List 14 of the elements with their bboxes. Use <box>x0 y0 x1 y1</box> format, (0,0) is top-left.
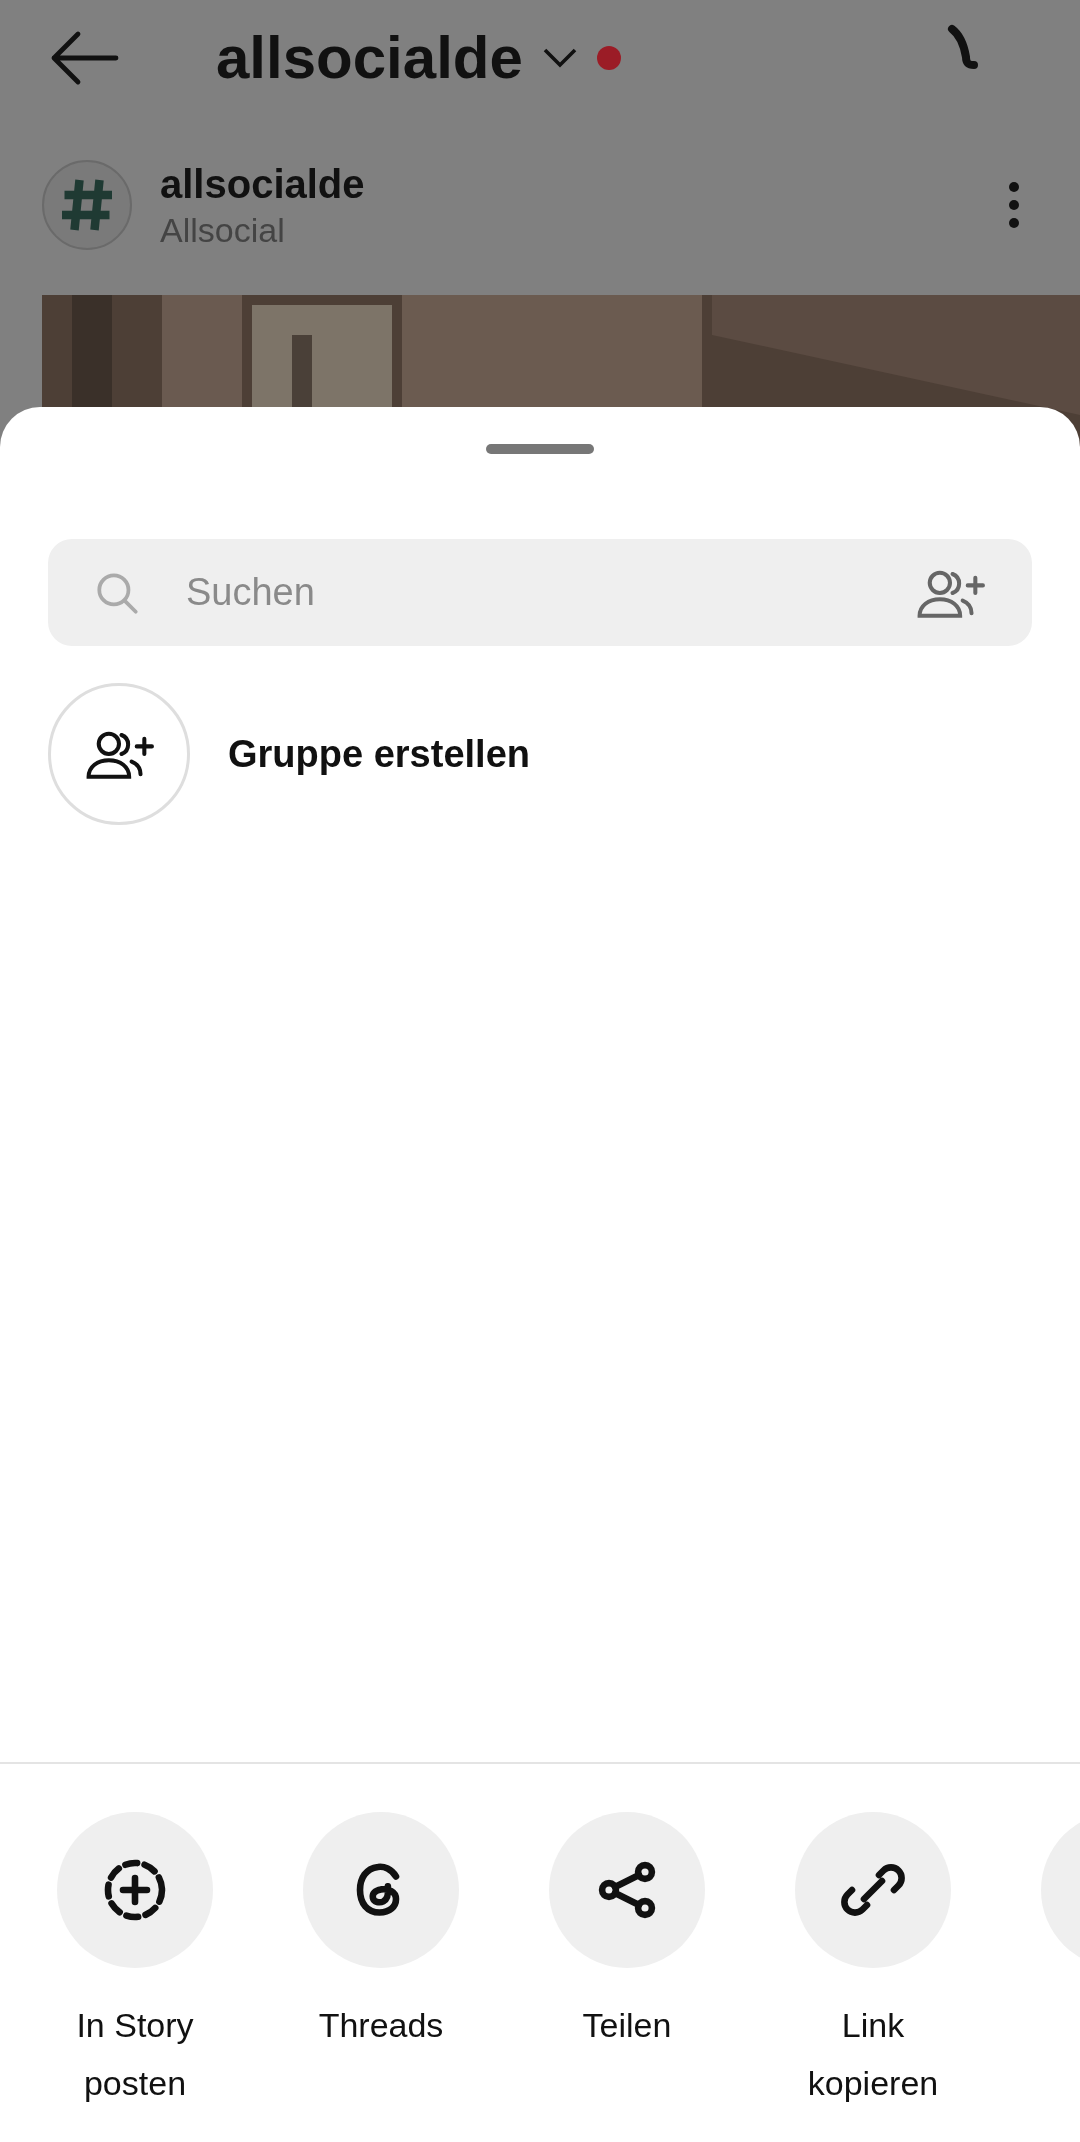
post-subtitle: Allsocial <box>160 209 286 251</box>
post-username[interactable]: allsocialde <box>160 158 365 209</box>
share-option-label[interactable]: Threads <box>291 1996 471 2054</box>
search-bar[interactable]: Suchen <box>48 539 1032 646</box>
create-group-label[interactable]: Gruppe erstellen <box>228 725 530 783</box>
account-title[interactable]: allsocialde <box>216 27 523 88</box>
create-group-button[interactable] <box>48 683 190 825</box>
chevron-down-icon[interactable] <box>542 47 577 68</box>
share-option-label[interactable]: In Story posten <box>45 1996 225 2112</box>
drag-handle[interactable] <box>486 444 594 454</box>
more-options-icon[interactable] <box>1008 181 1020 229</box>
share-option-label[interactable]: Teilen <box>537 1996 717 2054</box>
search-field[interactable]: Suchen <box>186 564 912 621</box>
share-option-label[interactable]: Link kopieren <box>783 1996 963 2112</box>
